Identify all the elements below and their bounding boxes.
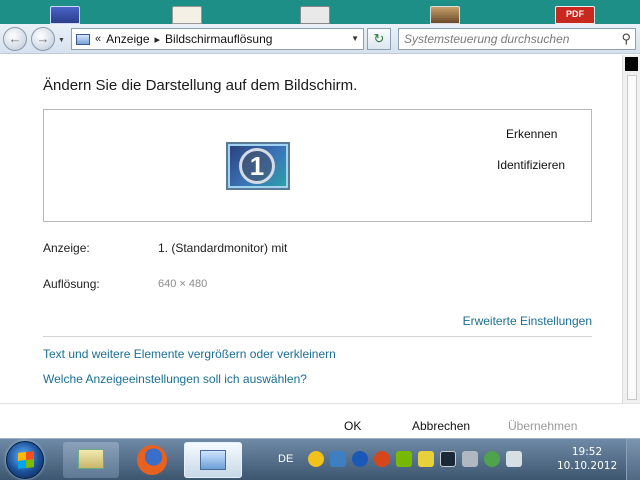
clock-time: 19:52	[571, 446, 603, 458]
breadcrumb-item-resolution[interactable]: Bildschirmauflösung	[165, 32, 272, 46]
desktop-pdf-icon[interactable]: PDF	[555, 6, 595, 24]
vertical-scrollbar[interactable]	[622, 55, 640, 411]
show-desktop-button[interactable]	[626, 439, 640, 480]
cancel-button[interactable]: Abbrechen	[412, 419, 470, 433]
breadcrumb[interactable]: « Anzeige ▸ Bildschirmauflösung ▼	[71, 28, 364, 50]
taskbar-display-settings-button[interactable]	[184, 442, 242, 478]
desktop-shortcut-icon[interactable]	[50, 6, 80, 24]
nvidia-icon[interactable]	[396, 451, 412, 467]
display-settings-icon	[200, 450, 226, 470]
divider	[43, 336, 592, 337]
volume-icon[interactable]	[462, 451, 478, 467]
start-button[interactable]	[6, 441, 44, 479]
gaming-icon[interactable]	[374, 451, 390, 467]
dialog-button-bar: OK Abbrechen Übernehmen	[0, 403, 640, 439]
scroll-track[interactable]	[627, 75, 637, 400]
text-size-link[interactable]: Text und weitere Elemente vergrößern ode…	[43, 347, 336, 361]
steam-icon[interactable]	[440, 451, 456, 467]
monitor-arrangement-panel: 1 Erkennen Identifizieren	[43, 109, 592, 222]
display-label: Anzeige:	[43, 241, 90, 255]
resolution-select[interactable]: 640 × 480	[158, 278, 207, 290]
resolution-label: Auflösung:	[43, 277, 100, 291]
recent-pages-dropdown-icon[interactable]: ▼	[58, 37, 66, 44]
desktop-image-icon[interactable]	[430, 6, 460, 24]
monitor-1-thumbnail[interactable]: 1	[226, 142, 290, 190]
main-content: Ändern Sie die Darstellung auf dem Bilds…	[0, 55, 622, 410]
desktop-document-icon[interactable]	[172, 6, 202, 24]
breadcrumb-separator-icon[interactable]: ▸	[155, 33, 161, 46]
address-dropdown-icon[interactable]: ▼	[351, 34, 359, 43]
ok-button[interactable]: OK	[344, 419, 361, 433]
page-title: Ändern Sie die Darstellung auf dem Bilds…	[43, 77, 358, 94]
desktop-folder-icon[interactable]	[300, 6, 330, 24]
back-button[interactable]: ←	[3, 27, 27, 51]
refresh-button[interactable]: ↻	[367, 28, 391, 50]
search-input[interactable]	[399, 29, 613, 49]
language-indicator[interactable]: DE	[278, 453, 293, 465]
taskbar: DE 19:52 10.10.2012	[0, 438, 640, 480]
windows-logo-icon	[18, 451, 34, 469]
identify-button[interactable]: Identifizieren	[497, 158, 565, 172]
apply-button[interactable]: Übernehmen	[508, 419, 577, 433]
folder-icon	[78, 449, 104, 469]
taskbar-firefox-button[interactable]	[124, 442, 180, 478]
power-icon[interactable]	[352, 451, 368, 467]
forward-button[interactable]: →	[31, 27, 55, 51]
search-box[interactable]: ⚲	[398, 28, 636, 50]
firefox-icon	[137, 445, 167, 475]
detect-button[interactable]: Erkennen	[506, 127, 557, 141]
clock-date: 10.10.2012	[557, 460, 618, 472]
scroll-up-button[interactable]	[625, 57, 638, 71]
control-panel-icon	[76, 33, 90, 45]
monitor-number-badge: 1	[239, 148, 275, 184]
display-select[interactable]: 1. (Standardmonitor) mit	[158, 241, 287, 255]
breadcrumb-item-display[interactable]: Anzeige	[106, 32, 149, 46]
taskbar-explorer-button[interactable]	[63, 442, 119, 478]
clock[interactable]: 19:52 10.10.2012	[557, 445, 617, 473]
network-monitor-icon[interactable]	[330, 451, 346, 467]
breadcrumb-overflow-chevron[interactable]: «	[95, 33, 101, 45]
emoticon-icon[interactable]	[308, 451, 324, 467]
desktop-background: PDF	[0, 0, 640, 24]
speaker-icon[interactable]	[506, 451, 522, 467]
address-toolbar: ← → ▼ « Anzeige ▸ Bildschirmauflösung ▼ …	[0, 24, 640, 54]
advanced-settings-link[interactable]: Erweiterte Einstellungen	[463, 314, 592, 328]
update-icon[interactable]	[418, 451, 434, 467]
network-icon[interactable]	[484, 451, 500, 467]
display-settings-help-link[interactable]: Welche Anzeigeeinstellungen soll ich aus…	[43, 372, 307, 386]
search-icon[interactable]: ⚲	[621, 31, 631, 47]
system-tray	[308, 451, 522, 467]
